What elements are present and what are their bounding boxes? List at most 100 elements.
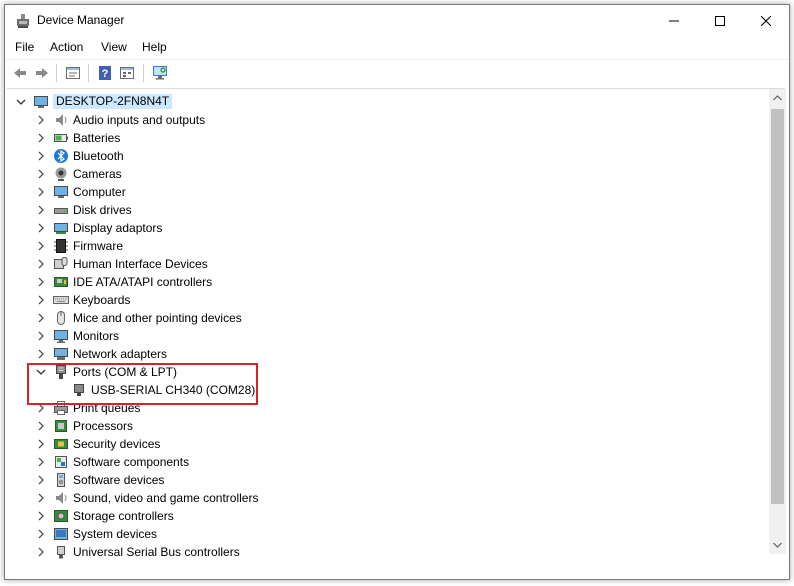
- chevron-right-icon[interactable]: [35, 456, 47, 468]
- forward-button[interactable]: [32, 63, 52, 83]
- vertical-scrollbar[interactable]: [769, 89, 786, 554]
- tree-item-network-adapters[interactable]: Network adapters: [7, 345, 747, 363]
- show-hidden-button[interactable]: [117, 63, 137, 83]
- chevron-right-icon[interactable]: [35, 240, 47, 252]
- menu-file[interactable]: File: [15, 40, 34, 54]
- tree-item-label: Keyboards: [73, 293, 131, 307]
- chevron-right-icon[interactable]: [35, 348, 47, 360]
- tree-item-label: Disk drives: [73, 203, 132, 217]
- hid-icon: [54, 257, 68, 269]
- chevron-right-icon[interactable]: [35, 546, 47, 558]
- tree-item-computer[interactable]: Computer: [7, 183, 747, 201]
- tree-item-label: Human Interface Devices: [73, 257, 208, 271]
- tree-item-label: Batteries: [73, 131, 121, 145]
- chevron-right-icon[interactable]: [35, 114, 47, 126]
- scan-hardware-icon: [153, 66, 167, 80]
- chevron-right-icon[interactable]: [35, 150, 47, 162]
- monitor-icon: [54, 330, 68, 343]
- tree-item-keyboards[interactable]: Keyboards: [7, 291, 747, 309]
- tree-item-universal-serial-bus-controllers[interactable]: Universal Serial Bus controllers: [7, 543, 747, 561]
- chevron-right-icon[interactable]: [35, 132, 47, 144]
- usb-controller-icon: [57, 546, 65, 559]
- display-adapter-icon: [54, 223, 68, 234]
- storage-controller-icon: [54, 510, 68, 522]
- tree-item-firmware[interactable]: Firmware: [7, 237, 747, 255]
- properties-icon: [66, 67, 80, 79]
- tree-item-label: Computer: [73, 185, 126, 199]
- tree-root[interactable]: DESKTOP-2FN8N4T: [7, 93, 747, 111]
- chevron-right-icon[interactable]: [35, 204, 47, 216]
- chevron-right-icon[interactable]: [35, 528, 47, 540]
- tree-item-audio-inputs-and-outputs[interactable]: Audio inputs and outputs: [7, 111, 747, 129]
- sound-controller-icon: [56, 492, 67, 504]
- chevron-right-icon[interactable]: [35, 420, 47, 432]
- minimize-button[interactable]: [651, 5, 697, 36]
- ide-controller-icon: [54, 277, 68, 287]
- tree-item-cameras[interactable]: Cameras: [7, 165, 747, 183]
- tree-item-monitors[interactable]: Monitors: [7, 327, 747, 345]
- network-adapter-icon: [54, 348, 68, 360]
- chevron-right-icon[interactable]: [35, 492, 47, 504]
- tree-item-human-interface-devices[interactable]: Human Interface Devices: [7, 255, 747, 273]
- toolbar-separator: [143, 64, 144, 82]
- tree-item-sound-video-and-game-controllers[interactable]: Sound, video and game controllers: [7, 489, 747, 507]
- chevron-right-icon[interactable]: [35, 474, 47, 486]
- chevron-right-icon[interactable]: [35, 438, 47, 450]
- scrollbar-thumb[interactable]: [771, 109, 784, 504]
- tree-item-label: System devices: [73, 527, 158, 541]
- maximize-button[interactable]: [697, 5, 743, 36]
- toolbar: ?: [5, 59, 789, 86]
- chevron-right-icon[interactable]: [35, 168, 47, 180]
- computer-root-icon: [34, 96, 48, 108]
- chevron-right-icon[interactable]: [35, 186, 47, 198]
- tree-item-mice-and-other-pointing-devices[interactable]: Mice and other pointing devices: [7, 309, 747, 327]
- help-button[interactable]: ?: [95, 63, 115, 83]
- tree-item-label: Audio inputs and outputs: [73, 113, 206, 127]
- chevron-right-icon[interactable]: [35, 276, 47, 288]
- speaker-icon: [56, 114, 67, 126]
- menu-view[interactable]: View: [101, 40, 127, 54]
- chevron-right-icon[interactable]: [35, 312, 47, 324]
- tree-item-security-devices[interactable]: Security devices: [7, 435, 747, 453]
- back-button[interactable]: [10, 63, 30, 83]
- chevron-right-icon[interactable]: [35, 294, 47, 306]
- chevron-right-icon[interactable]: [35, 510, 47, 522]
- chevron-right-icon[interactable]: [35, 330, 47, 342]
- root-computer-name: DESKTOP-2FN8N4T: [53, 94, 173, 109]
- scan-hardware-button[interactable]: [150, 63, 170, 83]
- chevron-right-icon[interactable]: [35, 258, 47, 270]
- tree-item-display-adaptors[interactable]: Display adaptors: [7, 219, 747, 237]
- tree-item-processors[interactable]: Processors: [7, 417, 747, 435]
- tree-item-ide-ata-atapi-controllers[interactable]: IDE ATA/ATAPI controllers: [7, 273, 747, 291]
- show-hidden-icon: [120, 67, 134, 79]
- tree-item-label: Software devices: [73, 473, 165, 487]
- tree-item-bluetooth[interactable]: Bluetooth: [7, 147, 747, 165]
- menu-action[interactable]: Action: [50, 40, 83, 54]
- tree-item-disk-drives[interactable]: Disk drives: [7, 201, 747, 219]
- close-button[interactable]: [743, 5, 789, 36]
- tree-item-label: Sound, video and game controllers: [73, 491, 259, 505]
- computer-icon: [54, 186, 68, 198]
- highlight-box: [27, 363, 258, 405]
- properties-button[interactable]: [63, 63, 83, 83]
- chevron-down-icon[interactable]: [15, 96, 27, 108]
- tree-item-system-devices[interactable]: System devices: [7, 525, 747, 543]
- title-bar[interactable]: Device Manager: [5, 5, 789, 36]
- device-tree: DESKTOP-2FN8N4T Audio inputs and outputs…: [7, 89, 767, 577]
- scroll-up-button[interactable]: [769, 89, 786, 106]
- camera-icon: [55, 167, 67, 181]
- tree-item-storage-controllers[interactable]: Storage controllers: [7, 507, 747, 525]
- scroll-down-button[interactable]: [769, 536, 786, 553]
- tree-item-software-components[interactable]: Software components: [7, 453, 747, 471]
- chevron-right-icon[interactable]: [35, 222, 47, 234]
- close-icon: [761, 15, 771, 26]
- minimize-icon: [669, 20, 679, 21]
- tree-item-software-devices[interactable]: Software devices: [7, 471, 747, 489]
- toolbar-separator: [88, 64, 89, 82]
- security-device-icon: [54, 439, 68, 449]
- tree-item-batteries[interactable]: Batteries: [7, 129, 747, 147]
- tree-item-label: Bluetooth: [73, 149, 124, 163]
- bluetooth-icon: [54, 149, 68, 163]
- menu-help[interactable]: Help: [142, 40, 167, 54]
- tree-item-label: Software components: [73, 455, 190, 469]
